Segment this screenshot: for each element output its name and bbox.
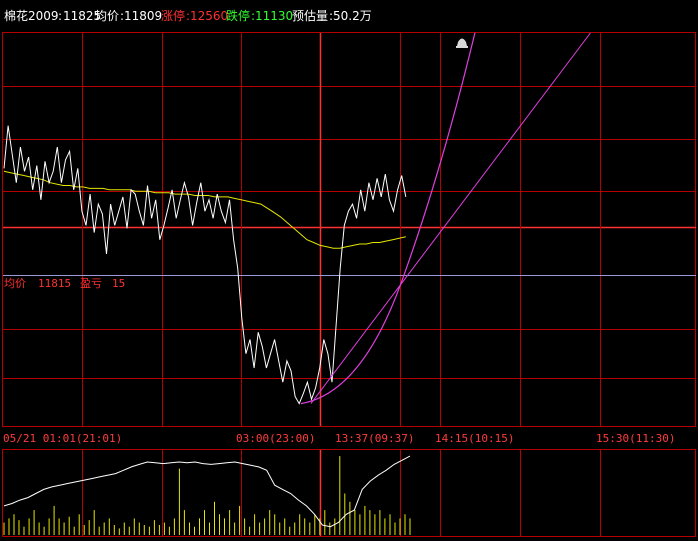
overlay-avg-label: 均价: [4, 277, 26, 290]
est-vol-value: 50.2万: [333, 9, 372, 23]
avg-value: 11809: [124, 9, 163, 23]
overlay-extra-value: 15: [112, 277, 125, 290]
x-tick-label: 14:15(10:15): [435, 432, 514, 445]
limit-up-label: 涨停: [161, 9, 186, 23]
x-tick-label: 13:37(09:37): [335, 432, 414, 445]
x-tick-label: 03:00(23:00): [236, 432, 315, 445]
quote-header: 棉花2009 : 11825 均价 : 11809 涨停 : 12560 跌停 …: [0, 0, 698, 28]
overlay-extra-label: 盈亏: [80, 277, 102, 290]
overlay-avg-value: 11815: [38, 277, 71, 290]
limit-down-value: 11130: [255, 9, 294, 23]
est-vol-label: 预估量: [292, 9, 329, 23]
avg-label: 均价: [95, 9, 120, 23]
symbol-colon: :: [58, 9, 63, 23]
symbol-label[interactable]: 棉花2009: [4, 9, 59, 23]
x-tick-label: 15:30(11:30): [596, 432, 675, 445]
chart-background: [0, 0, 698, 541]
x-tick-label: 05/21 01:01(21:01): [3, 432, 122, 445]
limit-up-value: 12560: [190, 9, 229, 23]
limit-down-label: 跌停: [226, 9, 251, 23]
intraday-chart[interactable]: 均价 11815 盈亏 15 05/21 01:01(21:01) 03:00(…: [0, 0, 698, 541]
